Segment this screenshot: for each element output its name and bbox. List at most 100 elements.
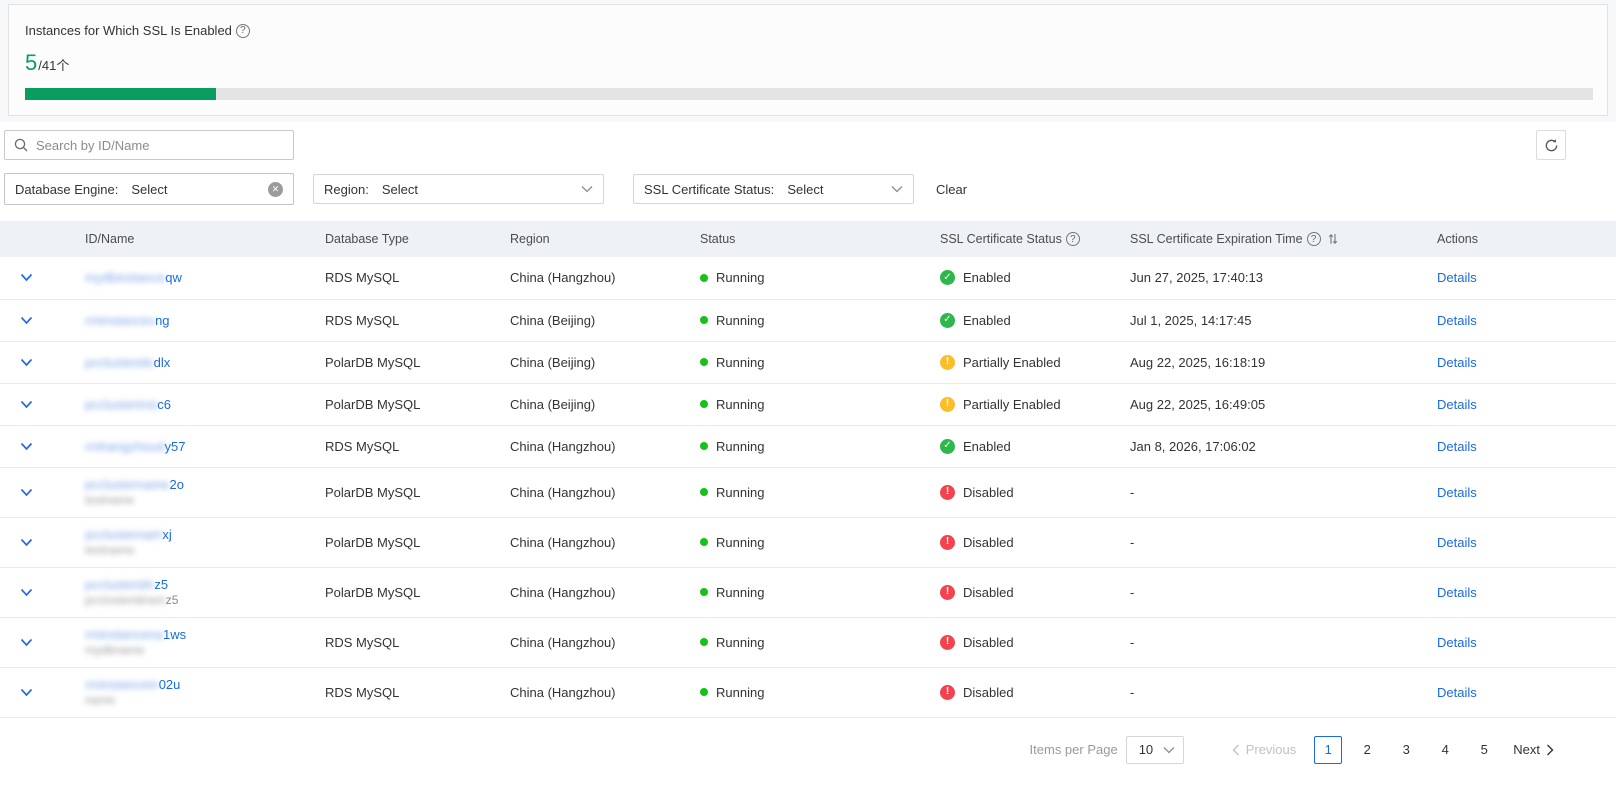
table-row: pcclusteridnz5pcclusteridnamz5PolarDB My… <box>0 567 1616 617</box>
refresh-icon <box>1544 138 1559 153</box>
redacted-name: name <box>85 693 115 707</box>
expand-row-icon[interactable] <box>20 638 33 647</box>
status-cell: Running <box>695 467 935 517</box>
ssl-status-cell: !Disabled <box>935 467 1125 517</box>
ssl-status-text: Disabled <box>963 685 1014 700</box>
expand-row-icon[interactable] <box>20 442 33 451</box>
redacted-id: pcclusterids <box>85 355 154 370</box>
ssl-disabled-icon: ! <box>940 635 955 650</box>
chevron-right-icon <box>1546 744 1554 756</box>
instance-id-link[interactable]: rminstancena1ws <box>85 627 186 642</box>
ssl-expiry-cell: Aug 22, 2025, 16:18:19 <box>1125 341 1385 383</box>
page-button-2[interactable]: 2 <box>1353 736 1381 764</box>
redacted-id: pcclusterinst <box>85 397 157 412</box>
items-per-page-select[interactable]: 10 <box>1126 736 1184 764</box>
ssl-status-text: Partially Enabled <box>963 397 1061 412</box>
clear-engine-filter-icon[interactable]: ✕ <box>268 182 283 197</box>
id-name-cell: pcclusternamxjtestname <box>60 517 320 567</box>
table-row: rminstancena1wsmydbnameRDS MySQLChina (H… <box>0 617 1616 667</box>
expand-row-icon[interactable] <box>20 488 33 497</box>
page-button-3[interactable]: 3 <box>1392 736 1420 764</box>
instance-id-link[interactable]: pcclusternamxj <box>85 527 172 542</box>
instance-id-link[interactable]: rmhangzhoudy57 <box>85 439 185 454</box>
id-suffix: xj <box>162 527 171 542</box>
running-status-dot <box>700 316 708 324</box>
expand-row-icon[interactable] <box>20 273 33 282</box>
actions-cell: Details <box>1385 257 1616 299</box>
ssl-certificate-status-filter[interactable]: SSL Certificate Status: Select <box>633 174 914 204</box>
details-link[interactable]: Details <box>1437 313 1477 328</box>
sort-icon[interactable] <box>1328 233 1338 245</box>
details-link[interactable]: Details <box>1437 535 1477 550</box>
details-link[interactable]: Details <box>1437 485 1477 500</box>
database-type-cell: PolarDB MySQL <box>320 341 505 383</box>
details-link[interactable]: Details <box>1437 585 1477 600</box>
ssl-expiry-cell: Jul 1, 2025, 14:17:45 <box>1125 299 1385 341</box>
previous-page-button[interactable]: Previous <box>1232 742 1297 757</box>
ssl-enabled-count: 5 <box>25 50 37 76</box>
instance-id-link[interactable]: pcclusteridsdlx <box>85 355 170 370</box>
database-type-cell: PolarDB MySQL <box>320 467 505 517</box>
database-type-cell: PolarDB MySQL <box>320 383 505 425</box>
details-link[interactable]: Details <box>1437 397 1477 412</box>
expand-row-icon[interactable] <box>20 316 33 325</box>
next-page-button[interactable]: Next <box>1513 742 1554 757</box>
details-link[interactable]: Details <box>1437 635 1477 650</box>
status-text: Running <box>716 397 764 412</box>
instance-id-link[interactable]: pcclusteridnz5 <box>85 577 168 592</box>
header-id-name: ID/Name <box>60 221 320 257</box>
status-cell: Running <box>695 425 935 467</box>
ssl-status-help-icon[interactable]: ? <box>1066 232 1080 246</box>
search-box[interactable] <box>4 130 294 160</box>
ssl-expiry-cell: - <box>1125 517 1385 567</box>
region-filter[interactable]: Region: Select <box>313 174 604 204</box>
search-input[interactable] <box>36 138 284 153</box>
region-cell: China (Hangzhou) <box>505 667 695 717</box>
database-engine-filter[interactable]: Database Engine: Select ✕ <box>4 173 294 205</box>
details-link[interactable]: Details <box>1437 685 1477 700</box>
ssl-status-filter-value: Select <box>787 182 823 197</box>
page-button-1[interactable]: 1 <box>1314 736 1342 764</box>
status-text: Running <box>716 270 764 285</box>
page-button-4[interactable]: 4 <box>1431 736 1459 764</box>
page-button-5[interactable]: 5 <box>1470 736 1498 764</box>
expand-row-icon[interactable] <box>20 358 33 367</box>
expand-cell <box>0 299 60 341</box>
status-text: Running <box>716 635 764 650</box>
search-icon <box>14 138 28 152</box>
details-link[interactable]: Details <box>1437 270 1477 285</box>
redacted-name: pcclusteridnam <box>85 593 166 607</box>
instance-id-link[interactable]: rminstancein02u <box>85 677 180 692</box>
refresh-button[interactable] <box>1536 130 1566 160</box>
summary-help-icon[interactable]: ? <box>236 24 250 38</box>
actions-cell: Details <box>1385 517 1616 567</box>
details-link[interactable]: Details <box>1437 355 1477 370</box>
table-row: rmhangzhoudy57RDS MySQLChina (Hangzhou)R… <box>0 425 1616 467</box>
running-status-dot <box>700 442 708 450</box>
expand-row-icon[interactable] <box>20 538 33 547</box>
chevron-left-icon <box>1232 744 1240 756</box>
ssl-expiry-help-icon[interactable]: ? <box>1307 232 1321 246</box>
details-link[interactable]: Details <box>1437 439 1477 454</box>
instance-id-link[interactable]: rminstancesng <box>85 313 170 328</box>
ssl-enabled-icon: ✓ <box>940 270 955 285</box>
ssl-status-text: Partially Enabled <box>963 355 1061 370</box>
ssl-status-text: Disabled <box>963 635 1014 650</box>
status-text: Running <box>716 485 764 500</box>
actions-cell: Details <box>1385 425 1616 467</box>
table-row: mydbinstanceqwRDS MySQLChina (Hangzhou)R… <box>0 257 1616 299</box>
region-cell: China (Hangzhou) <box>505 617 695 667</box>
expand-row-icon[interactable] <box>20 688 33 697</box>
instance-id-link[interactable]: pcclustername2o <box>85 477 184 492</box>
expand-row-icon[interactable] <box>20 400 33 409</box>
region-cell: China (Beijing) <box>505 383 695 425</box>
instance-id-link[interactable]: mydbinstanceqw <box>85 270 182 285</box>
clear-filters-link[interactable]: Clear <box>936 182 967 197</box>
instance-id-link[interactable]: pcclusterinstc6 <box>85 397 171 412</box>
instance-name: testname <box>85 543 320 557</box>
redacted-name: mydbname <box>85 643 144 657</box>
ssl-status-cell: !Disabled <box>935 567 1125 617</box>
ssl-summary-card: Instances for Which SSL Is Enabled ? 5 /… <box>8 4 1608 116</box>
status-cell: Running <box>695 341 935 383</box>
expand-row-icon[interactable] <box>20 588 33 597</box>
